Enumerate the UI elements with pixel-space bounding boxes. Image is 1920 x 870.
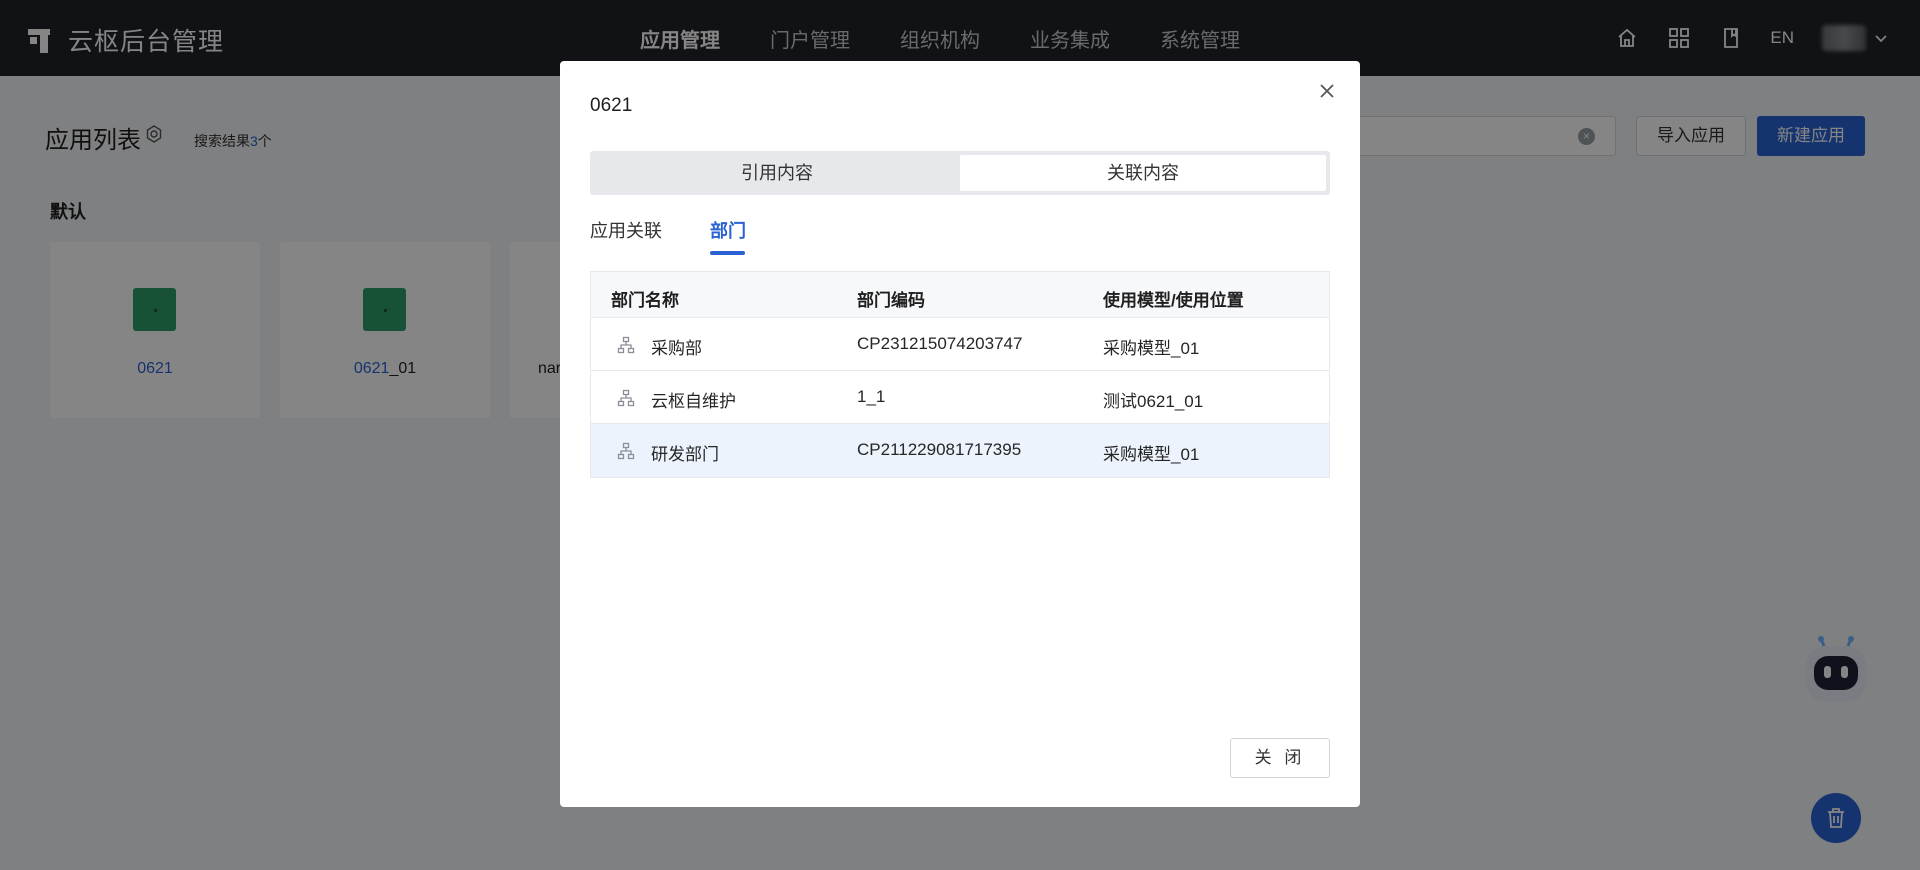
content-segmented-control: 引用内容 关联内容 (590, 151, 1330, 195)
department-name: 采购部 (651, 339, 702, 358)
close-icon[interactable] (1315, 79, 1339, 103)
org-tree-icon (617, 389, 635, 407)
tab-department[interactable]: 部门 (710, 217, 746, 243)
department-code: CP211229081717395 (857, 440, 1022, 459)
tab-app-relation[interactable]: 应用关联 (590, 217, 662, 243)
table-header: 部门名称 部门编码 使用模型/使用位置 (591, 272, 1329, 318)
usage-location: 测试0621_01 (1103, 392, 1204, 411)
relation-dialog: 0621 引用内容 关联内容 应用关联 部门 部门名称 部门编码 使用模型/使用… (560, 61, 1360, 807)
department-code: 1_1 (857, 387, 886, 406)
dialog-title: 0621 (590, 95, 633, 116)
column-header-code: 部门编码 (857, 291, 925, 310)
department-name: 云枢自维护 (651, 392, 736, 411)
department-table: 部门名称 部门编码 使用模型/使用位置 采购部 CP23121507420374… (590, 271, 1330, 478)
department-code: CP231215074203747 (857, 334, 1023, 353)
usage-location: 采购模型_01 (1103, 339, 1200, 358)
org-tree-icon (617, 336, 635, 354)
table-row[interactable]: 云枢自维护 1_1 测试0621_01 (591, 371, 1329, 424)
org-tree-icon (617, 442, 635, 460)
tab-referenced-content[interactable]: 引用内容 (594, 155, 960, 191)
usage-location: 采购模型_01 (1103, 445, 1200, 464)
active-tab-indicator (710, 251, 745, 255)
table-row[interactable]: 采购部 CP231215074203747 采购模型_01 (591, 318, 1329, 371)
column-header-name: 部门名称 (611, 291, 679, 310)
close-button[interactable]: 关 闭 (1230, 738, 1330, 778)
department-name: 研发部门 (651, 445, 719, 464)
column-header-location: 使用模型/使用位置 (1103, 291, 1244, 310)
tab-related-content[interactable]: 关联内容 (960, 155, 1326, 191)
table-row[interactable]: 研发部门 CP211229081717395 采购模型_01 (591, 424, 1329, 477)
